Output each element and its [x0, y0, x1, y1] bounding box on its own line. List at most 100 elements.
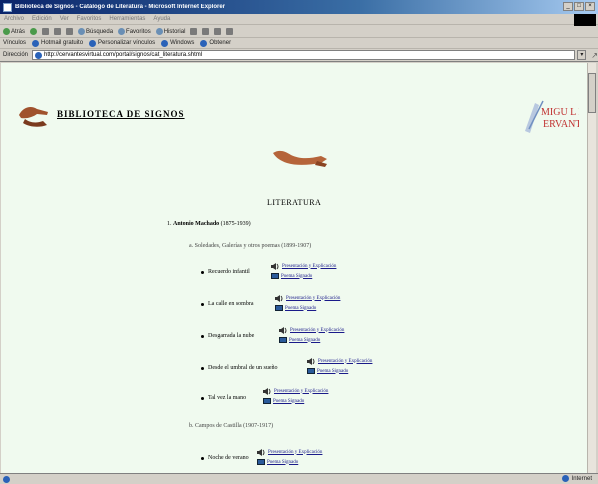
menu-item-ver[interactable]: Ver: [60, 16, 69, 22]
speaker-icon: [257, 448, 265, 456]
forward-arrow-icon[interactable]: [30, 28, 38, 35]
back-button[interactable]: Atrás: [3, 28, 25, 35]
address-dropdown-button[interactable]: ▾: [577, 50, 587, 60]
presentation-link[interactable]: Presentación y Explicación: [307, 356, 372, 366]
home-icon[interactable]: [66, 28, 74, 35]
ie-app-icon: [3, 2, 12, 12]
signed-poem-link[interactable]: Poema Signado: [307, 366, 372, 376]
menu-item-ayuda[interactable]: Ayuda: [153, 16, 170, 22]
poem-links: Presentación y Explicación Poema Signado: [275, 293, 340, 313]
author-item: 1. Antonio Machado (1875-1939): [167, 221, 251, 227]
presentation-link-label: Presentación y Explicación: [274, 388, 329, 394]
author-number: 1.: [167, 221, 172, 227]
refresh-icon[interactable]: [54, 28, 62, 35]
scrollbar-thumb[interactable]: [588, 73, 596, 113]
menu-bar: Archivo Edición Ver Favoritos Herramient…: [0, 14, 598, 25]
speaker-icon: [271, 262, 279, 270]
favorites-icon: [118, 28, 126, 35]
poem-links: Presentación y Explicación Poema Signado: [279, 325, 344, 345]
menu-item-archivo[interactable]: Archivo: [4, 16, 24, 22]
search-label: Búsqueda: [86, 28, 114, 35]
video-icon: [257, 459, 265, 465]
presentation-link[interactable]: Presentación y Explicación: [263, 386, 328, 396]
link-obtener[interactable]: Obtener: [200, 39, 231, 47]
collection-campos-de-castilla: b. Campos de Castilla (1907-1917): [189, 423, 274, 429]
minimize-button[interactable]: _: [563, 2, 573, 11]
bullet: [201, 334, 204, 338]
hands-logo-icon[interactable]: [17, 101, 51, 129]
menu-item-herramientas[interactable]: Herramientas: [109, 16, 145, 22]
internet-zone-icon: [561, 475, 569, 482]
favorites-button[interactable]: Favoritos: [118, 28, 151, 35]
collection-soledades: a. Soledades, Galerías y otros poemas (1…: [189, 243, 312, 249]
link-windows-label: Windows: [170, 40, 195, 46]
address-url: http://cervantesvirtual.com/portal/signo…: [44, 52, 203, 58]
maximize-button[interactable]: □: [574, 2, 584, 11]
poem-title: Recuerdo infantil: [208, 269, 250, 275]
author-name: Antonio Machado: [173, 221, 220, 227]
print-icon[interactable]: [202, 28, 210, 35]
presentation-link[interactable]: Presentación y Explicación: [275, 293, 340, 303]
presentation-link[interactable]: Presentación y Explicación: [279, 325, 344, 335]
signed-poem-link-label: Poema Signado: [273, 398, 305, 404]
vertical-scrollbar[interactable]: [587, 63, 596, 473]
ie-link-icon: [89, 39, 97, 47]
status-bar: Internet: [0, 473, 598, 484]
toolbar: Atrás Búsqueda Favoritos Historial: [0, 26, 598, 38]
stop-icon[interactable]: [42, 28, 50, 35]
window-title: Biblioteca de Signos - Catálogo de Liter…: [15, 4, 226, 10]
presentation-link[interactable]: Presentación y Explicación: [257, 447, 322, 457]
windows-logo-box: [574, 14, 596, 26]
signed-poem-link-label: Poema Signado: [267, 459, 299, 465]
presentation-link-label: Presentación y Explicación: [268, 449, 323, 455]
signed-poem-link[interactable]: Poema Signado: [271, 271, 336, 281]
favorites-label: Favoritos: [126, 28, 151, 35]
search-button[interactable]: Búsqueda: [78, 28, 113, 35]
speaker-icon: [263, 387, 271, 395]
cervantes-logo[interactable]: MIGU L D ERVANTES: [521, 97, 579, 137]
signed-poem-link-label: Poema Signado: [289, 337, 321, 343]
author-years: (1875-1939): [220, 221, 251, 227]
link-hotmail[interactable]: Hotmail gratuito: [32, 39, 83, 47]
video-icon: [279, 337, 287, 343]
site-title-link[interactable]: BIBLIOTECA DE SIGNOS: [57, 109, 185, 119]
signed-poem-link[interactable]: Poema Signado: [263, 396, 328, 406]
edit-icon[interactable]: [214, 28, 222, 35]
history-label: Historial: [163, 28, 186, 35]
address-input[interactable]: http://cervantesvirtual.com/portal/signo…: [32, 50, 576, 60]
video-icon: [263, 398, 271, 404]
address-bar: Dirección http://cervantesvirtual.com/po…: [0, 49, 598, 62]
poem-item: La calle en sombra: [201, 301, 253, 307]
menu-item-favoritos[interactable]: Favoritos: [77, 16, 102, 22]
title-bar: Biblioteca de Signos - Catálogo de Liter…: [0, 0, 598, 14]
speaker-icon: [275, 294, 283, 302]
back-arrow-icon: [3, 28, 10, 35]
video-icon: [307, 368, 315, 374]
link-personalizar[interactable]: Personalizar vínculos: [89, 39, 155, 47]
poem-title: Desde el umbral de un sueño: [208, 365, 278, 371]
signed-poem-link-label: Poema Signado: [281, 273, 313, 279]
link-windows[interactable]: Windows: [161, 39, 195, 47]
poem-title: La calle en sombra: [208, 301, 254, 307]
speaker-icon: [279, 326, 287, 334]
signed-poem-link[interactable]: Poema Signado: [279, 335, 344, 345]
mail-icon[interactable]: [190, 28, 198, 35]
hand-sign-icon: [273, 150, 327, 167]
discuss-icon[interactable]: [226, 28, 234, 35]
signed-poem-link[interactable]: Poema Signado: [275, 303, 340, 313]
presentation-link-label: Presentación y Explicación: [282, 263, 337, 269]
close-button[interactable]: ×: [585, 2, 595, 11]
poem-item: Recuerdo infantil: [201, 269, 250, 275]
bullet: [201, 270, 204, 274]
history-button[interactable]: Historial: [155, 28, 186, 35]
history-icon: [155, 28, 163, 35]
poem-title: Noche de verano: [208, 455, 249, 461]
bullet: [201, 456, 204, 460]
signed-poem-link[interactable]: Poema Signado: [257, 457, 322, 467]
cervantes-logo-text: MIGU L D: [541, 107, 579, 118]
menu-item-edicion[interactable]: Edición: [32, 16, 52, 22]
go-icon[interactable]: ↗: [591, 51, 598, 60]
bullet: [201, 366, 204, 370]
presentation-link-label: Presentación y Explicación: [286, 295, 341, 301]
presentation-link[interactable]: Presentación y Explicación: [271, 261, 336, 271]
